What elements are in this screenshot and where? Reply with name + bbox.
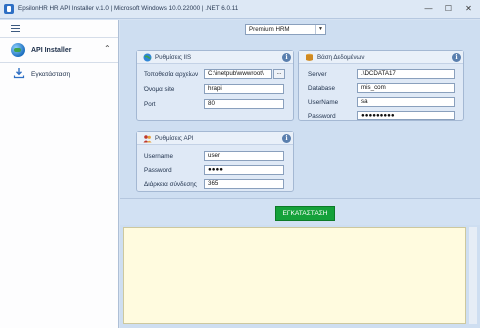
panel-title: Βάση Δεδομένων xyxy=(317,54,365,61)
server-input[interactable]: .\DCDATA17 xyxy=(357,69,455,79)
globe-icon xyxy=(143,53,152,62)
minimize-button[interactable]: — xyxy=(421,2,436,16)
panel-title: Ρυθμίσεις IIS xyxy=(155,54,192,61)
db-password-input[interactable]: ●●●●●●●●● xyxy=(357,111,455,120)
divider xyxy=(0,37,118,38)
database-panel: Βάση Δεδομένων i Server .\DCDATA17 Datab… xyxy=(298,50,464,121)
database-icon xyxy=(306,53,313,61)
field-label: Τοποθεσία αρχείων xyxy=(144,71,199,78)
panel-title: Ρυθμίσεις API xyxy=(155,135,194,142)
install-button[interactable]: ΕΓΚΑΤΑΣΤΑΣΗ xyxy=(275,206,335,221)
sidebar-item-label: Εγκατάσταση xyxy=(31,71,71,78)
iis-settings-panel: Ρυθμίσεις IIS i Τοποθεσία αρχείων C:\ine… xyxy=(136,50,294,121)
sidebar-group-api-installer[interactable]: API Installer ⌃ xyxy=(0,41,118,61)
field-label: Password xyxy=(308,113,336,120)
edition-dropdown[interactable]: Premium HRM ▼ xyxy=(245,24,326,35)
app-icon xyxy=(4,4,14,14)
close-button[interactable]: ✕ xyxy=(461,2,476,16)
field-label: Password xyxy=(144,167,172,174)
sidebar-group-label: API Installer xyxy=(31,47,72,54)
panel-header: Βάση Δεδομένων i xyxy=(299,51,463,64)
field-label: Username xyxy=(144,153,174,160)
info-icon[interactable]: i xyxy=(452,53,461,62)
site-name-input[interactable]: hrapi xyxy=(204,84,284,94)
port-input[interactable]: 80 xyxy=(204,99,284,109)
divider xyxy=(0,62,118,63)
collapse-icon[interactable]: ⌃ xyxy=(104,44,111,53)
field-label: Διάρκεια σύνδεσης xyxy=(144,181,197,188)
sidebar: API Installer ⌃ Εγκατάσταση xyxy=(0,20,119,328)
title-bar: EpsilonHR HR API Installer v.1.0 | Micro… xyxy=(0,0,480,19)
main-content: Premium HRM ▼ Ρυθμίσεις IIS i Τοποθεσία … xyxy=(120,20,480,328)
files-location-input[interactable]: C:\inetpub\wwwroot\ xyxy=(204,69,272,79)
field-label: Όνομα site xyxy=(144,86,175,93)
chevron-down-icon: ▼ xyxy=(315,25,325,34)
install-bar: ΕΓΚΑΤΑΣΤΑΣΗ xyxy=(120,198,480,225)
api-username-input[interactable]: user xyxy=(204,151,284,161)
field-label: Port xyxy=(144,101,156,108)
panel-header: Ρυθμίσεις API i xyxy=(137,132,293,145)
edition-value: Premium HRM xyxy=(249,26,290,33)
sidebar-item-install[interactable]: Εγκατάσταση xyxy=(0,67,118,83)
field-label: Database xyxy=(308,85,335,92)
database-input[interactable]: mis_com xyxy=(357,83,455,93)
field-label: UserName xyxy=(308,99,339,106)
info-icon[interactable]: i xyxy=(282,134,291,143)
users-icon xyxy=(143,135,152,143)
db-username-input[interactable]: sa xyxy=(357,97,455,107)
log-output[interactable] xyxy=(123,227,466,324)
browse-button[interactable]: ... xyxy=(273,69,285,79)
globe-icon xyxy=(11,43,25,57)
panel-header: Ρυθμίσεις IIS i xyxy=(137,51,293,64)
maximize-button[interactable]: ☐ xyxy=(441,2,456,16)
session-duration-input[interactable]: 365 xyxy=(204,179,284,189)
info-icon[interactable]: i xyxy=(282,53,291,62)
api-password-input[interactable]: ●●●● xyxy=(204,165,284,175)
field-label: Server xyxy=(308,71,327,78)
download-icon xyxy=(13,68,25,79)
api-settings-panel: Ρυθμίσεις API i Username user Password ●… xyxy=(136,131,294,192)
window-title: EpsilonHR HR API Installer v.1.0 | Micro… xyxy=(18,5,239,12)
scrollbar[interactable] xyxy=(469,227,477,324)
hamburger-icon[interactable] xyxy=(11,25,20,32)
